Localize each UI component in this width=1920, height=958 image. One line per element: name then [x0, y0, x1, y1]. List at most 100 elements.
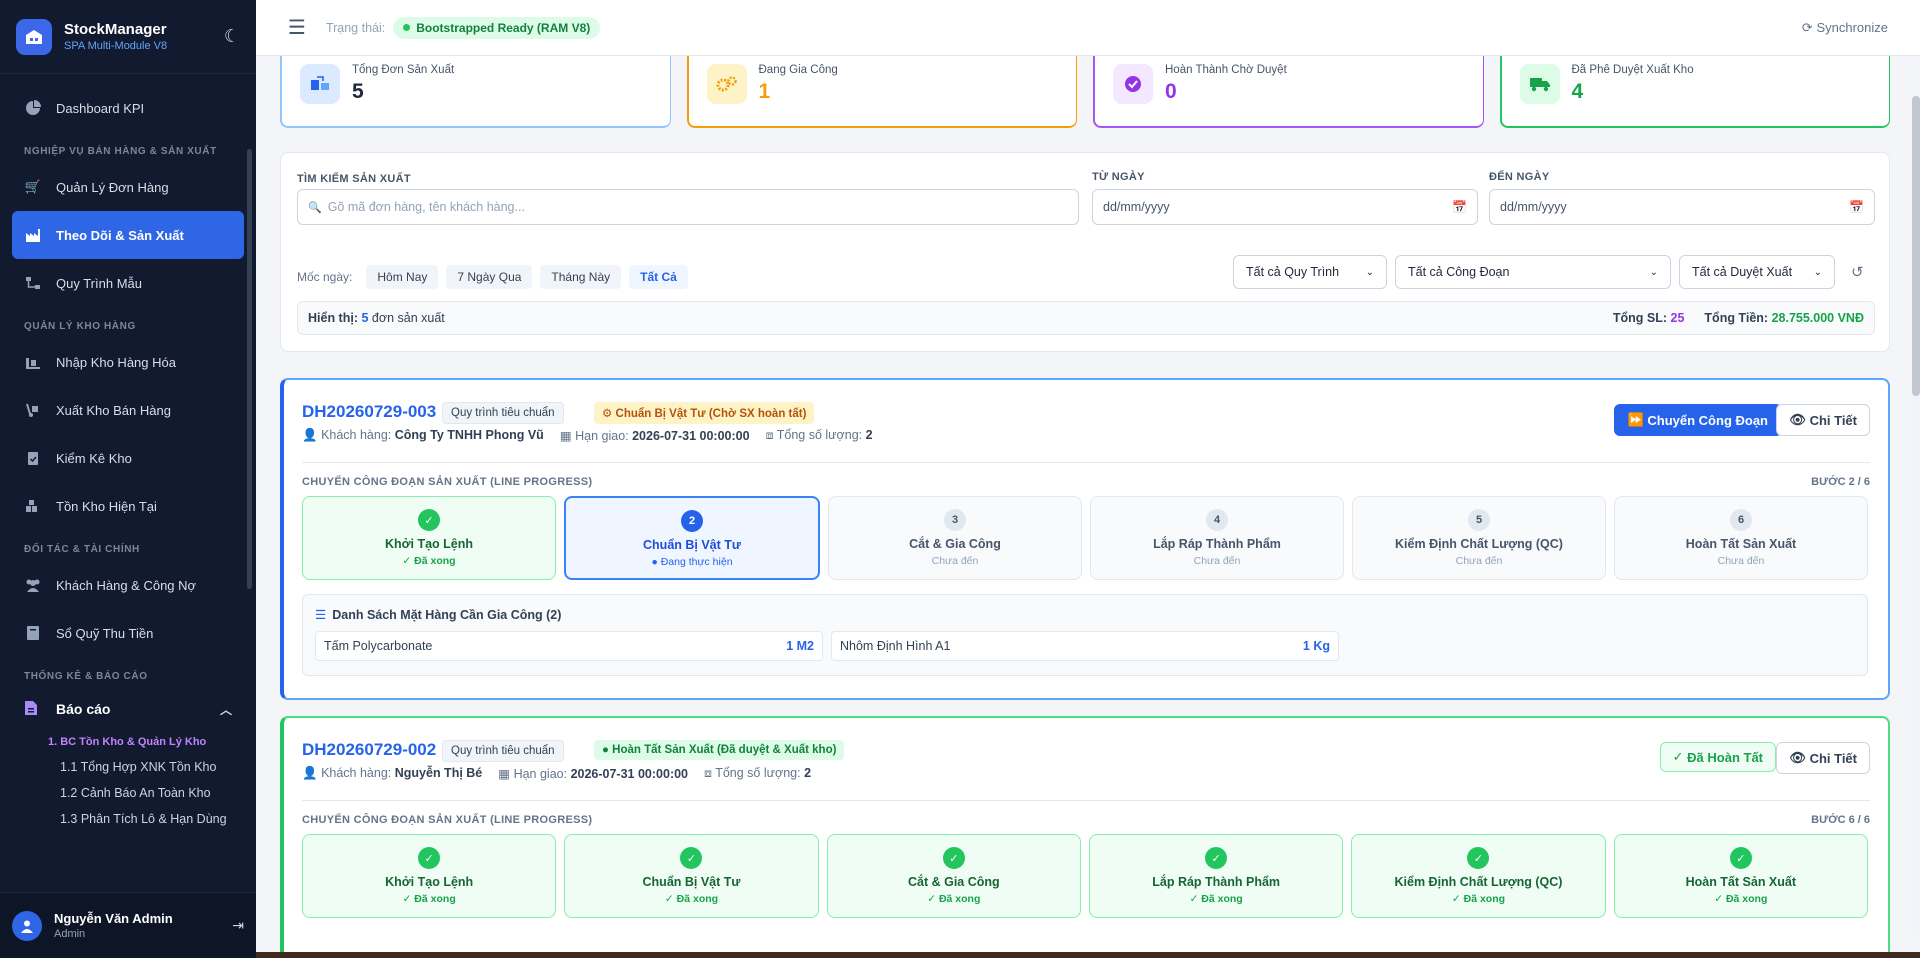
sidebar-item-label: Dashboard KPI: [56, 100, 145, 116]
move-stage-button[interactable]: ⏩ Chuyển Công Đoạn: [1613, 404, 1782, 436]
step-circle: ✓: [680, 847, 703, 869]
from-date-label: TỪ NGÀY: [1092, 171, 1145, 183]
sidebar-item-production[interactable]: Theo Dõi & Sản Xuất: [12, 211, 244, 259]
order-meta: 👤 Khách hàng: Nguyễn Thị Bé ▦ Hạn giao: …: [302, 766, 811, 781]
step-name: Hoàn Tất Sản Xuất: [1685, 537, 1797, 551]
step-status: Chưa đến: [1455, 555, 1503, 567]
sidebar-item-customers[interactable]: Khách Hàng & Công Nợ: [12, 561, 244, 609]
calendar-icon[interactable]: 📅: [1452, 200, 1467, 214]
sidebar-item-label: Theo Dõi & Sản Xuất: [56, 227, 184, 243]
quick-7-days[interactable]: 7 Ngày Qua: [446, 265, 533, 289]
check-double-icon: ✓: [1672, 749, 1684, 764]
detail-button[interactable]: 👁 Chi Tiết: [1776, 742, 1870, 774]
calendar-icon[interactable]: 📅: [1849, 200, 1864, 214]
step-card[interactable]: ✓ Lắp Ráp Thành Phẩm ✓ Đã xong: [1088, 834, 1344, 918]
filter-card: TÌM KIẾM SẢN XUẤT 🔍 Gõ mã đơn hàng, tên …: [280, 152, 1890, 352]
step-card[interactable]: ✓ Khởi Tạo Lệnh ✓ Đã xong: [302, 496, 556, 580]
chevron-down-icon: ⌄: [1649, 266, 1658, 278]
step-circle: ✓: [942, 847, 965, 869]
step-card[interactable]: 2 Chuẩn Bị Vật Tư ● Đang thực hiện: [564, 496, 820, 580]
order-meta: 👤 Khách hàng: Công Ty TNHH Phong Vũ ▦ Hạ…: [302, 428, 873, 443]
sidebar-item-stocktake[interactable]: Kiểm Kê Kho: [12, 434, 244, 482]
stage-select[interactable]: Tất cả Công Đoạn ⌄: [1395, 255, 1671, 289]
sidebar: StockManager SPA Multi-Module V8 ☾ Dashb…: [0, 0, 256, 958]
step-card[interactable]: ✓ Cắt & Gia Công ✓ Đã xong: [826, 834, 1081, 918]
to-date-input[interactable]: dd/mm/yyyy 📅: [1489, 189, 1875, 225]
sidebar-scrollbar[interactable]: [247, 149, 252, 589]
step-card[interactable]: ✓ Kiểm Định Chất Lượng (QC) ✓ Đã xong: [1351, 834, 1606, 918]
step-circle: 5: [1468, 509, 1490, 531]
logout-icon[interactable]: ⇥: [232, 917, 244, 934]
step-circle: 4: [1206, 509, 1228, 531]
step-name: Chuẩn Bị Vật Tư: [642, 875, 741, 889]
quick-today[interactable]: Hôm Nay: [366, 265, 439, 289]
item-name: Tấm Polycarbonate: [324, 639, 433, 653]
sidebar-group-reports[interactable]: Báo cáo ︿: [0, 688, 256, 730]
truck-icon: [1519, 64, 1560, 104]
sidebar-item-label: Kiểm Kê Kho: [56, 450, 132, 466]
clipboard-check-icon: [24, 449, 42, 467]
quick-all[interactable]: Tất Cả: [629, 265, 688, 289]
moon-icon[interactable]: ☾: [224, 26, 240, 47]
user-icon: 👤: [302, 766, 318, 780]
sidebar-subitem-report-3[interactable]: 1.3 Phân Tích Lô & Hạn Dùng: [0, 806, 256, 832]
search-input[interactable]: 🔍 Gõ mã đơn hàng, tên khách hàng...: [297, 189, 1079, 225]
kpi-label: Hoàn Thành Chờ Duyệt: [1165, 64, 1287, 76]
step-circle: ✓: [1467, 847, 1490, 869]
process-tag: Quy trình tiêu chuẩn: [442, 740, 564, 762]
approval-select[interactable]: Tất cả Duyệt Xuất ⌄: [1679, 255, 1835, 289]
sidebar-item-cashbook[interactable]: Sổ Quỹ Thu Tiền: [12, 609, 244, 657]
sidebar-subitem-report-2[interactable]: 1.2 Cảnh Báo An Toàn Kho: [0, 780, 256, 806]
detail-button[interactable]: 👁 Chi Tiết: [1776, 404, 1870, 436]
reset-filter-icon[interactable]: ↺: [1851, 263, 1864, 281]
step-card[interactable]: ✓ Hoàn Tất Sản Xuất ✓ Đã xong: [1613, 834, 1868, 918]
order-code[interactable]: DH20260729-002: [302, 740, 436, 760]
customer-label: Khách hàng:: [321, 766, 392, 780]
step-card[interactable]: ✓ Chuẩn Bị Vật Tư ✓ Đã xong: [564, 834, 819, 918]
sidebar-item-templates[interactable]: Quy Trình Mẫu: [12, 259, 244, 307]
sidebar-item-dashboard[interactable]: Dashboard KPI: [12, 84, 244, 132]
step-card[interactable]: 3 Cắt & Gia Công Chưa đến: [828, 496, 1082, 580]
nav-section-sales: NGHIỆP VỤ BÁN HÀNG & SẢN XUẤT: [24, 146, 217, 157]
sidebar-item-import[interactable]: Nhập Kho Hàng Hóa: [12, 338, 244, 386]
step-circle: 6: [1730, 509, 1752, 531]
sidebar-item-export[interactable]: Xuất Kho Bán Hàng: [12, 386, 244, 434]
menu-icon[interactable]: ☰: [288, 15, 306, 40]
total-money: 28.755.000 VNĐ: [1771, 311, 1864, 325]
total-qty-label: Tổng SL:: [1612, 311, 1668, 325]
step-card[interactable]: 5 Kiểm Định Chất Lượng (QC) Chưa đến: [1352, 496, 1606, 580]
step-name: Chuẩn Bị Vật Tư: [643, 538, 741, 552]
kpi-processing: Đang Gia Công 1: [686, 56, 1077, 128]
chevron-up-icon: ︿: [219, 702, 232, 717]
step-card[interactable]: ✓ Khởi Tạo Lệnh ✓ Đã xong: [302, 834, 557, 918]
page-scrollbar-thumb[interactable]: [1912, 96, 1920, 396]
order-status-text: Hoàn Tất Sản Xuất (Đã duyệt & Xuất kho): [612, 744, 837, 756]
sidebar-item-inventory[interactable]: Tồn Kho Hiện Tại: [12, 482, 244, 530]
order-code[interactable]: DH20260729-003: [302, 402, 436, 422]
step-name: Cắt & Gia Công: [909, 537, 1001, 551]
progress-step: BƯỚC 6 / 6: [1811, 814, 1870, 826]
sidebar-group-label: Báo cáo: [56, 701, 111, 717]
order-card: DH20260729-002 Quy trình tiêu chuẩn ● Ho…: [280, 716, 1890, 958]
brand: StockManager SPA Multi-Module V8 ☾: [0, 0, 256, 74]
user-icon: 👤: [302, 428, 318, 442]
from-date-input[interactable]: dd/mm/yyyy 📅: [1092, 189, 1478, 225]
quick-this-month[interactable]: Tháng Này: [540, 265, 622, 289]
step-card[interactable]: 6 Hoàn Tất Sản Xuất Chưa đến: [1614, 496, 1868, 580]
step-card[interactable]: 4 Lắp Ráp Thành Phẩm Chưa đến: [1090, 496, 1344, 580]
sidebar-item-orders[interactable]: 🛒 Quản Lý Đơn Hàng: [12, 163, 244, 211]
kpi-row: Tổng Đơn Sản Xuất 5 Đang Gia Công 1 Hoàn T…: [280, 56, 1890, 128]
process-select[interactable]: Tất cả Quy Trình ⌄: [1233, 255, 1387, 289]
synchronize-button[interactable]: ⟳ Synchronize: [1802, 20, 1888, 36]
step-status: ✓ Đã xong: [1451, 893, 1506, 905]
sidebar-item-label: Nhập Kho Hàng Hóa: [56, 354, 176, 370]
sidebar-subitem-report-1[interactable]: 1.1 Tổng Hợp XNK Tồn Kho: [0, 754, 256, 780]
due-label: Hạn giao:: [575, 429, 629, 443]
eye-icon: 👁: [1789, 750, 1806, 765]
gears-icon: [706, 64, 747, 104]
step-circle: ✓: [418, 509, 440, 531]
report-subgroup-title[interactable]: 1. BC Tồn Kho & Quản Lý Kho: [0, 730, 256, 754]
eye-icon: 👁: [1789, 412, 1806, 427]
customer-name: Nguyễn Thị Bé: [394, 766, 483, 780]
users-icon: [24, 576, 42, 594]
